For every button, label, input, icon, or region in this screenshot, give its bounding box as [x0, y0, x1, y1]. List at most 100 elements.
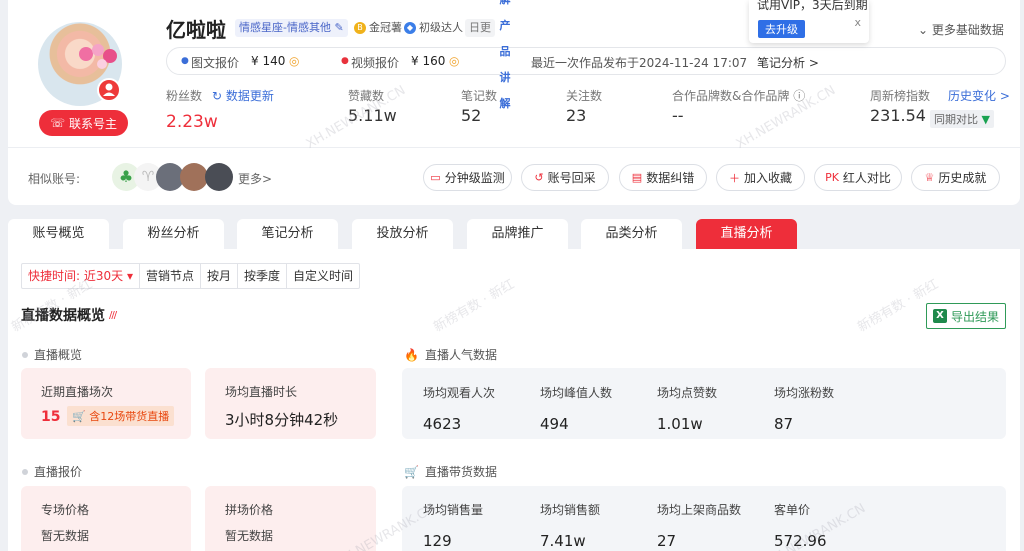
avg-sales-amount-metric: 场均销售额 7.41w: [540, 503, 601, 550]
document-icon: ▤: [631, 171, 643, 184]
dot-icon: ●: [181, 56, 189, 66]
tab-fans-analysis[interactable]: 粉丝分析: [123, 219, 224, 249]
special-price-label: 专场价格: [41, 503, 90, 517]
history-achievement-button[interactable]: ♕ 历史成就: [911, 164, 1000, 191]
sales-subtitle: 🛒 直播带货数据: [404, 464, 497, 480]
index-value: 231.54: [870, 106, 926, 125]
bullet-icon: [22, 351, 28, 358]
phone-icon: ☏: [49, 116, 65, 130]
special-price-card: 专场价格 暂无数据: [21, 486, 191, 551]
price-bar: ● 图文报价 ¥ 140 ◎ ● 视频报价 ¥ 160 ◎ 最近一次作品发布于2…: [166, 47, 1006, 75]
account-name: 亿啦啦: [166, 18, 226, 42]
pk-icon: PK: [825, 171, 839, 184]
week-compare-badge[interactable]: 同期对比 ▼: [930, 110, 994, 128]
similar-accounts-label: 相似账号:: [28, 172, 81, 186]
avg-fans-gain-metric: 场均涨粉数 87: [774, 386, 835, 433]
brand-value: --: [672, 106, 684, 125]
tab-ad-analysis[interactable]: 投放分析: [352, 219, 453, 249]
close-icon[interactable]: x: [854, 16, 861, 29]
influencer-compare-button[interactable]: PK 红人对比: [814, 164, 902, 191]
verified-badge-icon: [97, 78, 121, 102]
export-results-button[interactable]: X 导出结果: [926, 303, 1006, 329]
fans-label: 粉丝数: [166, 89, 203, 103]
avg-duration-value: 3小时8分钟42秒: [225, 411, 339, 429]
marketing-node-filter[interactable]: 营销节点: [140, 264, 201, 288]
favorite-icon: ＋: [728, 171, 740, 185]
recent-sessions-card: 近期直播场次 15 🛒 含12场带货直播: [21, 368, 191, 439]
tab-account-overview[interactable]: 账号概览: [8, 219, 109, 249]
update-tag: 日更: [465, 19, 495, 37]
similar-more-link[interactable]: 更多>: [238, 170, 272, 187]
avg-duration-label: 场均直播时长: [225, 385, 298, 399]
avg-products-metric: 场均上架商品数 27: [657, 503, 742, 550]
tab-brand-promotion[interactable]: 品牌推广: [467, 219, 568, 249]
index-label: 周新榜指数: [870, 89, 931, 103]
avg-likes-metric: 场均点赞数 1.01w: [657, 386, 718, 433]
recollect-icon: ↺: [534, 171, 544, 184]
by-month-filter[interactable]: 按月: [201, 264, 238, 288]
avg-duration-card: 场均直播时长 3小时8分钟42秒: [205, 368, 376, 439]
add-favorite-button[interactable]: ＋加入收藏: [716, 164, 805, 191]
notes-value: 52: [461, 106, 482, 125]
data-correction-button[interactable]: ▤ 数据纠错: [619, 164, 707, 191]
vip-popup-text: 试用VIP，3天后到期: [757, 0, 868, 12]
bullet-icon: [22, 468, 28, 475]
follow-label: 关注数: [566, 89, 603, 103]
product-guide-vertical-menu[interactable]: 解 产 品 讲 解: [496, 0, 514, 117]
latest-post: 最近一次作品发布于2024-11-24 17:07: [531, 56, 748, 70]
recent-sessions-label: 近期直播场次: [41, 385, 114, 399]
combined-price-value: 暂无数据: [225, 529, 274, 543]
tab-category-analysis[interactable]: 品类分析: [581, 219, 682, 249]
trophy-icon: ♕: [924, 171, 935, 184]
special-price-value: 暂无数据: [41, 529, 90, 543]
shop-icon: 🛒: [404, 464, 419, 479]
level-icon: ◆: [404, 22, 416, 34]
crown-icon: B: [354, 22, 366, 34]
video-price-label: 视频报价: [351, 56, 400, 70]
contact-owner-button[interactable]: ☏ 联系号主: [39, 110, 128, 136]
excel-icon: X: [932, 309, 947, 323]
popularity-subtitle: 🔥 直播人气数据: [404, 347, 497, 363]
goods-sessions-badge: 🛒 含12场带货直播: [67, 406, 175, 426]
by-quarter-filter[interactable]: 按季度: [238, 264, 288, 288]
chevron-down-icon: ⌄: [918, 23, 929, 37]
coin-icon: ◎: [289, 54, 300, 68]
vip-popup: 试用VIP，3天后到期 去升级 x: [749, 0, 869, 43]
brand-label: 合作品牌数&合作品牌 ⓘ: [672, 89, 806, 103]
notes-label: 笔记数: [461, 89, 498, 103]
coin-icon: ◎: [449, 54, 460, 68]
upgrade-button[interactable]: 去升级: [758, 20, 805, 38]
similar-account-avatar[interactable]: [205, 163, 233, 191]
refresh-icon: ↻: [212, 89, 223, 103]
monitor-icon: ▭: [430, 171, 441, 184]
minute-monitor-button[interactable]: ▭ 分钟级监测: [423, 164, 512, 191]
image-price-value: ¥ 140: [251, 54, 286, 68]
more-base-data-link[interactable]: ⌄ 更多基础数据: [918, 21, 1004, 38]
edit-icon[interactable]: ✎: [334, 21, 343, 34]
history-change-link[interactable]: 历史变化 >: [948, 87, 1010, 104]
triangle-down-icon: ▼: [981, 113, 990, 126]
custom-time-filter[interactable]: 自定义时间: [287, 264, 359, 288]
fire-icon: 🔥: [404, 347, 419, 362]
follow-value: 23: [566, 106, 587, 125]
note-analysis-link[interactable]: 笔记分析 >: [757, 54, 819, 71]
cart-icon: 🛒: [72, 410, 86, 423]
image-price-label: 图文报价: [191, 56, 240, 70]
avg-views-metric: 场均观看人次 4623: [423, 386, 496, 433]
combined-price-label: 拼场价格: [225, 503, 274, 517]
tab-notes-analysis[interactable]: 笔记分析: [237, 219, 338, 249]
similar-account-avatar[interactable]: [180, 163, 208, 191]
tab-live-analysis[interactable]: 直播分析: [696, 219, 797, 249]
title-decoration-icon: ///: [109, 310, 117, 321]
category-tag[interactable]: 情感星座-情感其他 ✎: [235, 19, 348, 37]
video-price-value: ¥ 160: [411, 54, 446, 68]
dot-icon: ●: [341, 56, 349, 66]
avg-peak-metric: 场均峰值人数 494: [540, 386, 613, 433]
recent-sessions-value: 15: [41, 409, 61, 425]
crown-tag: B 金冠薯: [350, 19, 406, 37]
level-tag: ◆ 初级达人: [400, 19, 467, 37]
account-recollect-button[interactable]: ↺ 账号回采: [521, 164, 609, 191]
live-overview-subtitle: 直播概览: [22, 346, 82, 363]
contact-owner-label: 联系号主: [69, 116, 118, 131]
refresh-data-button[interactable]: ↻ 数据更新: [212, 87, 274, 104]
